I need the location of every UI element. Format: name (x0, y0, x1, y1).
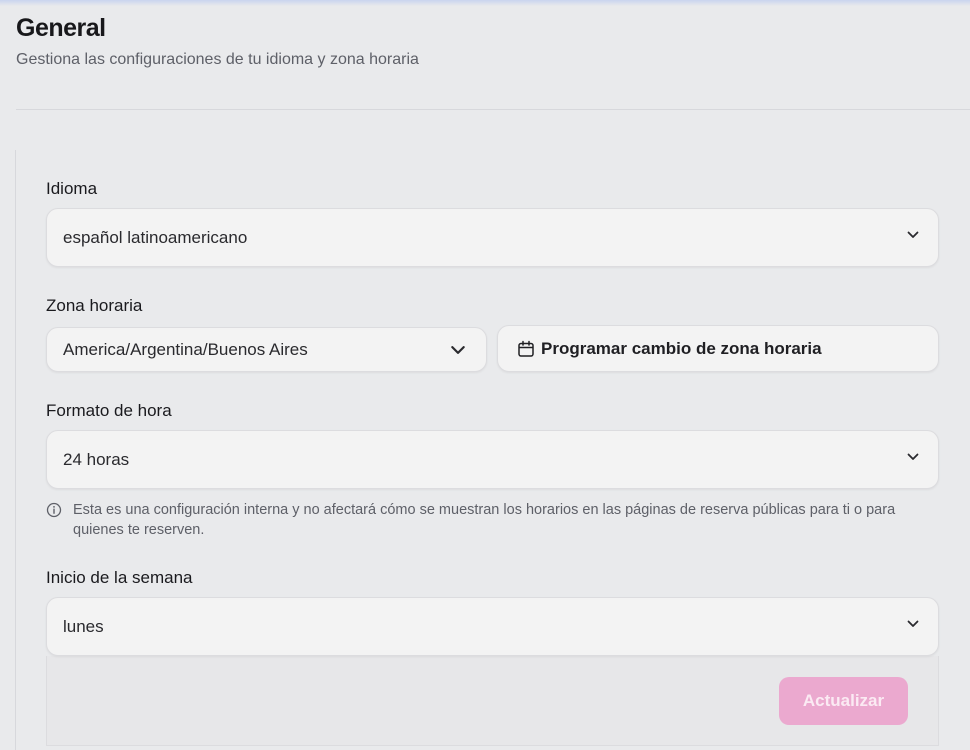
timezone-label: Zona horaria (46, 296, 143, 315)
time-format-select[interactable]: 24 horas (46, 430, 939, 489)
week-start-value: lunes (63, 616, 104, 636)
page-subtitle: Gestiona las configuraciones de tu idiom… (16, 51, 419, 68)
chevron-down-icon (906, 450, 920, 464)
schedule-timezone-label: Programar cambio de zona horaria (541, 338, 822, 358)
time-format-note: Esta es una configuración interna y no a… (46, 500, 936, 540)
top-glow (0, 0, 970, 6)
info-icon (46, 502, 62, 518)
language-select[interactable]: español latinoamericano (46, 208, 939, 267)
language-value: español latinoamericano (63, 227, 248, 247)
time-format-value: 24 horas (63, 449, 130, 469)
chevron-down-icon (450, 342, 466, 358)
language-label: Idioma (46, 179, 98, 198)
timezone-value: America/Argentina/Buenos Aires (63, 339, 308, 359)
schedule-timezone-change-button[interactable]: Programar cambio de zona horaria (497, 325, 939, 372)
time-format-note-text: Esta es una configuración interna y no a… (73, 502, 896, 538)
page-header: General Gestiona las configuraciones de … (16, 14, 419, 69)
week-start-label: Inicio de la semana (46, 568, 193, 587)
page-title: General (16, 14, 106, 42)
update-button[interactable]: Actualizar (779, 677, 908, 725)
chevron-down-icon (906, 228, 920, 242)
time-format-label: Formato de hora (46, 401, 172, 420)
week-start-select[interactable]: lunes (46, 597, 939, 656)
header-divider (16, 109, 970, 110)
timezone-select[interactable]: America/Argentina/Buenos Aires (46, 327, 487, 372)
calendar-icon (518, 340, 534, 357)
chevron-down-icon (906, 617, 920, 631)
